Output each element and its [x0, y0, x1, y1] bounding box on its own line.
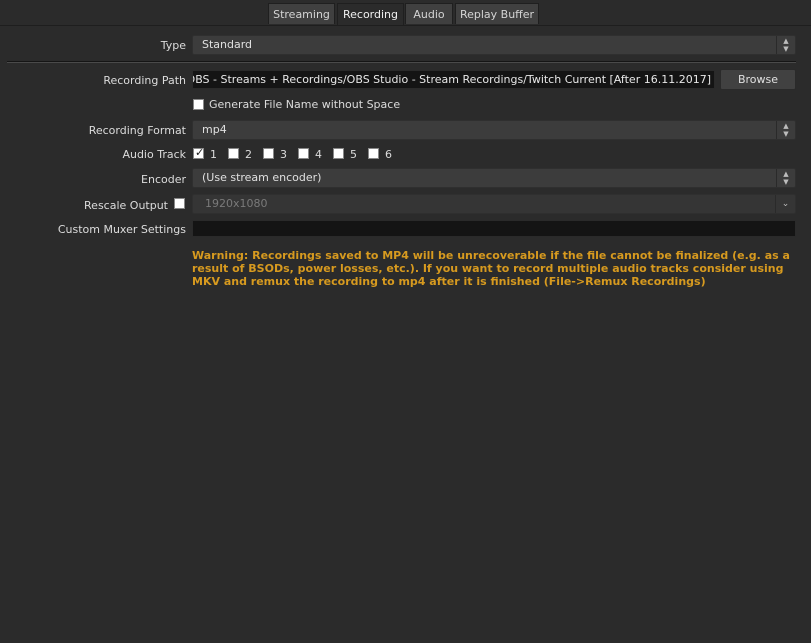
type-label: Type	[160, 39, 186, 52]
tab-audio[interactable]: Audio	[405, 3, 453, 24]
audio-track-5-checkbox[interactable]	[333, 148, 344, 159]
recording-path-input[interactable]: Recordings/OBS - Streams + Recordings/OB…	[192, 70, 715, 89]
rescale-resolution-value: 1920x1080	[205, 197, 268, 210]
audio-track-4-label: 4	[315, 148, 322, 161]
spin-arrows-icon: ▲ ▼	[776, 121, 795, 139]
audio-track-3-checkbox[interactable]	[263, 148, 274, 159]
audio-track-4-checkbox[interactable]	[298, 148, 309, 159]
generate-filename-label: Generate File Name without Space	[209, 98, 401, 111]
audio-track-label: Audio Track	[122, 148, 186, 161]
audio-track-2-checkbox[interactable]	[228, 148, 239, 159]
rescale-output-checkbox[interactable]	[174, 198, 185, 209]
generate-filename-checkbox[interactable]	[193, 99, 204, 110]
rescale-resolution-select[interactable]: 1920x1080 ⌄	[192, 194, 796, 214]
recording-path-label: Recording Path	[103, 74, 186, 87]
recording-path-value: Recordings/OBS - Streams + Recordings/OB…	[193, 73, 711, 86]
encoder-select[interactable]: (Use stream encoder) ▲ ▼	[192, 168, 796, 188]
custom-muxer-label: Custom Muxer Settings	[57, 223, 186, 236]
audio-track-1-label: 1	[210, 148, 217, 161]
audio-track-5-label: 5	[350, 148, 357, 161]
encoder-label: Encoder	[141, 173, 186, 186]
tab-recording[interactable]: Recording	[337, 3, 404, 25]
audio-track-2-label: 2	[245, 148, 252, 161]
rescale-output-label: Rescale Output	[84, 199, 168, 212]
recording-format-select[interactable]: mp4 ▲ ▼	[192, 120, 796, 140]
audio-track-6-label: 6	[385, 148, 392, 161]
spin-arrows-icon: ▲ ▼	[776, 36, 795, 54]
type-value: Standard	[202, 38, 253, 51]
chevron-down-icon: ⌄	[775, 195, 795, 213]
tab-streaming[interactable]: Streaming	[268, 3, 335, 24]
type-select[interactable]: Standard ▲ ▼	[192, 35, 796, 55]
mp4-warning-text: Warning: Recordings saved to MP4 will be…	[192, 249, 790, 288]
spin-arrows-icon: ▲ ▼	[776, 169, 795, 187]
section-divider	[7, 61, 796, 63]
audio-track-6-checkbox[interactable]	[368, 148, 379, 159]
settings-tab-bar: Streaming Recording Audio Replay Buffer	[0, 0, 811, 26]
custom-muxer-input[interactable]	[192, 220, 796, 237]
recording-format-value: mp4	[202, 123, 227, 136]
browse-button[interactable]: Browse	[720, 69, 796, 90]
audio-track-1-checkbox[interactable]: ✓	[193, 146, 205, 159]
recording-format-label: Recording Format	[88, 124, 186, 137]
checkmark-icon: ✓	[195, 146, 205, 159]
audio-track-3-label: 3	[280, 148, 287, 161]
tab-replay-buffer[interactable]: Replay Buffer	[455, 3, 539, 24]
encoder-value: (Use stream encoder)	[202, 171, 322, 184]
